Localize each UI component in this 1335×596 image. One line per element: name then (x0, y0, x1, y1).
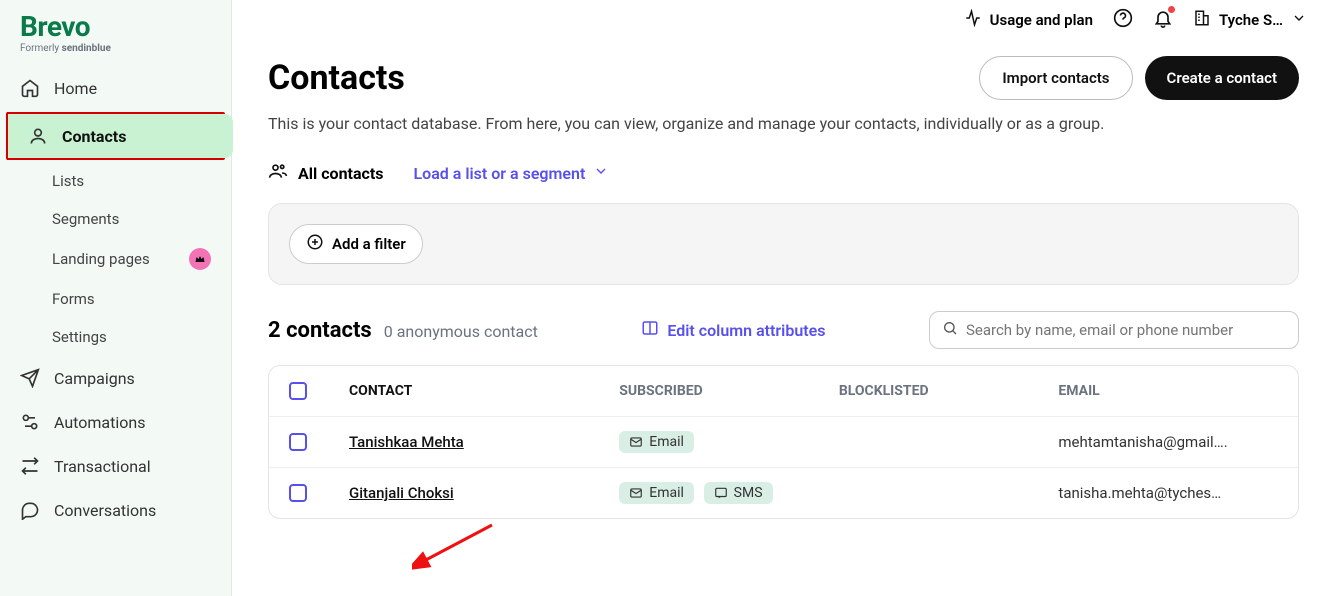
sidebar-item-campaigns[interactable]: Campaigns (0, 356, 231, 400)
contact-name-link[interactable]: Tanishkaa Mehta (349, 433, 464, 451)
tab-label: Load a list or a segment (413, 164, 585, 183)
sidebar-item-landing-pages[interactable]: Landing pages (0, 238, 231, 280)
button-label: Edit column attributes (667, 321, 825, 340)
notifications-button[interactable] (1153, 8, 1173, 32)
table-row: Gitanjali Choksi Email SMS tanisha.mehta… (269, 467, 1298, 518)
load-list-segment-button[interactable]: Load a list or a segment (413, 163, 609, 183)
table-row: Tanishkaa Mehta Email mehtamtanisha@gmai… (269, 416, 1298, 467)
sidebar-item-label: Landing pages (52, 250, 150, 268)
building-icon (1193, 9, 1211, 31)
sidebar-item-label: Contacts (62, 127, 126, 146)
notification-dot-icon (1168, 6, 1175, 13)
sms-pill: SMS (704, 482, 773, 504)
header-actions: Import contacts Create a contact (979, 56, 1299, 100)
page-description: This is your contact database. From here… (268, 114, 1299, 133)
sidebar-item-label: Settings (52, 328, 107, 346)
sidebar-item-contacts[interactable]: Contacts (6, 112, 225, 160)
sidebar-item-label: Conversations (54, 501, 156, 520)
sidebar-item-label: Campaigns (54, 369, 135, 388)
annotation-arrow-icon (412, 520, 502, 570)
search-input[interactable] (966, 321, 1286, 339)
logo: Brevo Formerly sendinblue (0, 10, 231, 66)
row-checkbox[interactable] (289, 484, 307, 502)
chevron-down-icon (1291, 10, 1307, 30)
help-button[interactable] (1113, 8, 1133, 32)
sidebar-item-label: Home (54, 79, 97, 98)
row-checkbox[interactable] (289, 433, 307, 451)
column-header-subscribed[interactable]: SUBSCRIBED (619, 383, 839, 399)
email-cell: tanisha.mehta@tyches… (1058, 484, 1258, 502)
topbar-label: Usage and plan (990, 11, 1093, 29)
contact-name-link[interactable]: Gitanjali Choksi (349, 484, 454, 502)
columns-icon (641, 319, 659, 341)
column-header-email[interactable]: EMAIL (1058, 383, 1278, 399)
tab-label: All contacts (298, 164, 383, 183)
sidebar-item-home[interactable]: Home (0, 66, 231, 110)
subscribed-cell: Email SMS (619, 482, 839, 504)
count-bold: 2 contacts (268, 318, 372, 343)
tabs: All contacts Load a list or a segment (268, 161, 1299, 185)
logo-subtitle: Formerly sendinblue (20, 43, 211, 54)
count-sub: 0 anonymous contact (384, 322, 538, 341)
sidebar-item-lists[interactable]: Lists (0, 162, 231, 200)
sidebar-item-label: Forms (52, 290, 95, 308)
button-label: Add a filter (332, 235, 406, 253)
search-input-wrapper[interactable] (929, 311, 1299, 349)
mail-icon (629, 435, 643, 449)
column-header-blocklisted[interactable]: BLOCKLISTED (839, 383, 1059, 399)
main: Usage and plan Tyche S… Contacts (232, 0, 1335, 596)
select-all-checkbox[interactable] (289, 382, 307, 400)
sidebar-item-label: Segments (52, 210, 119, 228)
people-icon (268, 161, 288, 185)
sms-icon (714, 486, 728, 500)
summary-row: 2 contacts 0 anonymous contact Edit colu… (268, 311, 1299, 349)
email-pill: Email (619, 431, 694, 453)
crown-badge-icon (189, 248, 211, 270)
column-header-contact[interactable]: CONTACT (349, 383, 619, 399)
logo-text: Brevo (20, 10, 211, 43)
sidebar-item-transactional[interactable]: Transactional (0, 444, 231, 488)
create-contact-button[interactable]: Create a contact (1145, 56, 1299, 100)
sidebar-item-label: Automations (54, 413, 145, 432)
account-name: Tyche S… (1219, 11, 1283, 29)
mail-icon (629, 486, 643, 500)
chat-icon (20, 500, 40, 520)
sidebar: Brevo Formerly sendinblue Home Contacts … (0, 0, 232, 596)
search-icon (942, 320, 958, 340)
plus-circle-icon (306, 233, 324, 255)
import-contacts-button[interactable]: Import contacts (979, 56, 1132, 100)
sidebar-item-conversations[interactable]: Conversations (0, 488, 231, 532)
page-title: Contacts (268, 58, 405, 98)
contact-count: 2 contacts 0 anonymous contact (268, 318, 538, 343)
account-menu[interactable]: Tyche S… (1193, 9, 1307, 31)
contacts-table: CONTACT SUBSCRIBED BLOCKLISTED EMAIL Tan… (268, 365, 1299, 519)
content: Contacts Import contacts Create a contac… (232, 40, 1335, 535)
subscribed-cell: Email (619, 431, 839, 453)
send-icon (20, 368, 40, 388)
home-icon (20, 78, 40, 98)
sidebar-item-automations[interactable]: Automations (0, 400, 231, 444)
table-header: CONTACT SUBSCRIBED BLOCKLISTED EMAIL (269, 366, 1298, 416)
header-row: Contacts Import contacts Create a contac… (268, 56, 1299, 100)
sidebar-item-settings[interactable]: Settings (0, 318, 231, 356)
automation-icon (20, 412, 40, 432)
tab-all-contacts[interactable]: All contacts (268, 161, 383, 185)
activity-icon (964, 9, 982, 31)
help-icon (1113, 8, 1133, 32)
sidebar-item-segments[interactable]: Segments (0, 200, 231, 238)
topbar: Usage and plan Tyche S… (232, 0, 1335, 40)
email-pill: Email (619, 482, 694, 504)
edit-columns-button[interactable]: Edit column attributes (641, 319, 825, 341)
sidebar-item-label: Lists (52, 172, 84, 190)
contacts-icon (28, 126, 48, 146)
chevron-down-icon (593, 163, 609, 183)
add-filter-button[interactable]: Add a filter (289, 224, 423, 264)
transactional-icon (20, 456, 40, 476)
email-cell: mehtamtanisha@gmail…. (1058, 433, 1258, 451)
filter-panel: Add a filter (268, 203, 1299, 285)
usage-plan-link[interactable]: Usage and plan (964, 9, 1093, 31)
sidebar-item-forms[interactable]: Forms (0, 280, 231, 318)
sidebar-item-label: Transactional (54, 457, 151, 476)
